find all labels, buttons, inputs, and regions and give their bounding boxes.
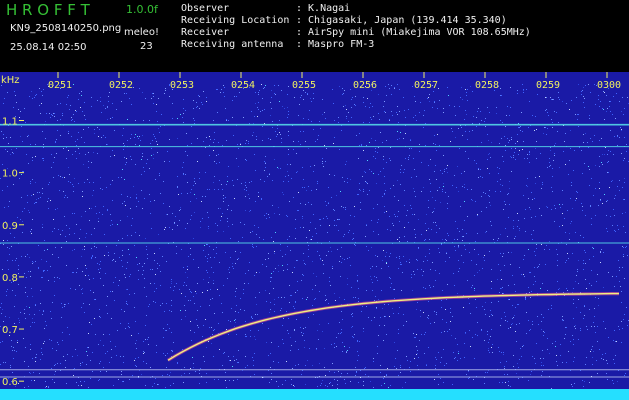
waterfall-background xyxy=(0,72,629,400)
y-tick-label: 0.9 xyxy=(2,221,18,232)
y-tick-label: 0.8 xyxy=(2,273,18,284)
y-axis-unit: kHz xyxy=(1,75,20,86)
x-tick-label: 0256 xyxy=(353,80,377,91)
x-tick-label: 0300 xyxy=(597,80,621,91)
x-tick-label: 0252 xyxy=(109,80,133,91)
y-tick-label: 1.0 xyxy=(2,169,18,180)
x-tick-label: 0251 xyxy=(48,80,72,91)
y-tick-label: 1.1 xyxy=(2,116,18,127)
x-tick-label: 0259 xyxy=(536,80,560,91)
program-label: meleo! xyxy=(124,27,159,38)
info-value-receiver: : AirSpy mini (Miakejima VOR 108.65MHz) xyxy=(296,27,531,38)
x-tick-label: 0258 xyxy=(475,80,499,91)
info-value-antenna: : Maspro FM-3 xyxy=(296,39,375,50)
info-key-observer: Observer xyxy=(181,3,230,14)
info-key-antenna: Receiving antenna xyxy=(181,39,284,50)
app-name: H R O F F T xyxy=(6,1,90,19)
file-name: KN9_2508140250.png xyxy=(10,23,122,34)
y-tick-label: 0.7 xyxy=(2,325,18,336)
info-key-receiver: Receiver xyxy=(181,27,230,38)
y-tick-label: 0.6 xyxy=(2,377,18,388)
header-panel: H R O F F T 1.0.0f KN9_2508140250.png me… xyxy=(0,0,629,72)
echo-count: 23 xyxy=(140,41,153,52)
info-value-location: : Chigasaki, Japan (139.414 35.340) xyxy=(296,15,507,26)
x-tick-label: 0255 xyxy=(292,80,316,91)
app-version: 1.0.0f xyxy=(126,3,158,16)
capture-datetime: 25.08.14 02:50 xyxy=(10,42,87,53)
x-tick-label: 0254 xyxy=(231,80,255,91)
info-value-observer: : K.Nagai xyxy=(296,3,351,14)
x-tick-label: 0253 xyxy=(170,80,194,91)
bottom-band xyxy=(0,389,629,400)
waterfall-spectrogram: kHz 1.1 1.0 0.9 0.8 0.7 0.6 0251 0252 0253 0254 02… xyxy=(0,72,629,400)
x-tick-label: 0257 xyxy=(414,80,438,91)
info-key-location: Receiving Location xyxy=(181,15,290,26)
